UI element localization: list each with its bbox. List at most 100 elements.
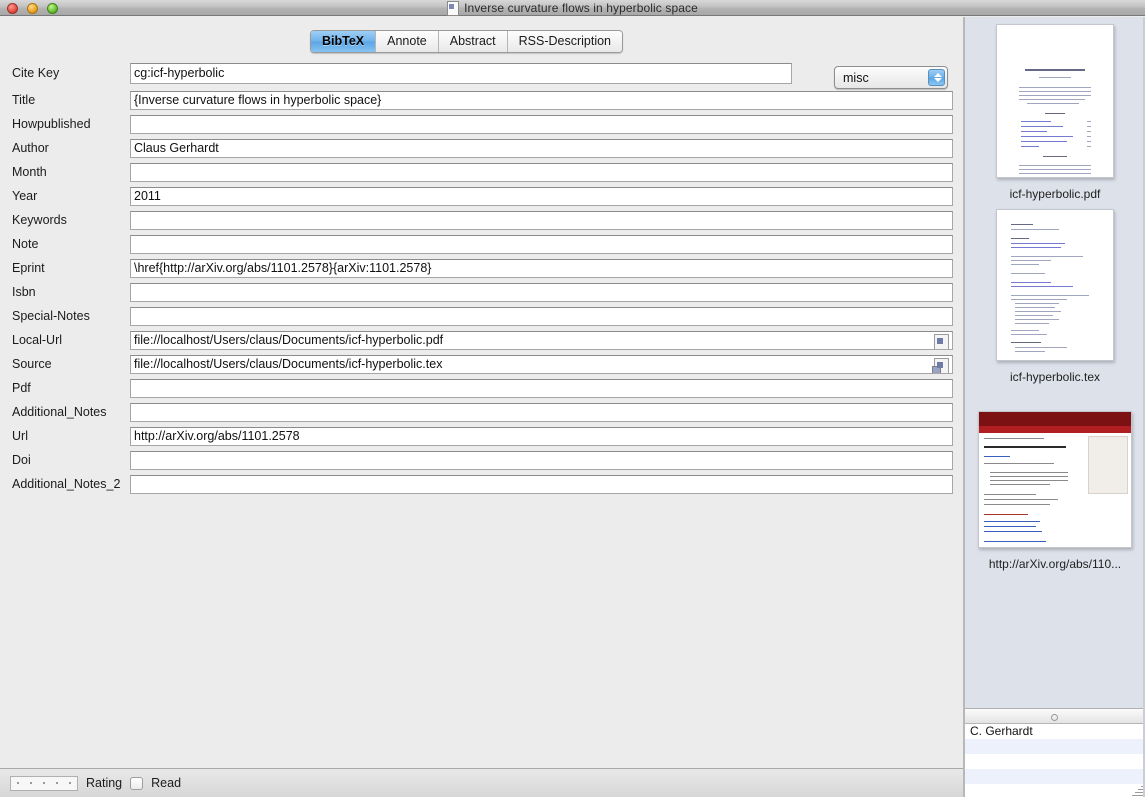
attachment-thumbnail-web[interactable] — [978, 411, 1132, 548]
sort-indicator-icon — [1051, 714, 1058, 721]
rating-dot — [69, 782, 72, 784]
tab-bar: BibTeX Annote Abstract RSS-Description — [310, 30, 624, 53]
field-row-month: Month — [0, 160, 965, 184]
field-row-pdf: Pdf — [0, 376, 965, 400]
field-row-local-url: Local-Url file://localhost/Users/claus/D… — [0, 328, 965, 352]
field-input-special-notes[interactable] — [130, 306, 953, 326]
field-row-additional-notes: Additional_Notes — [0, 400, 965, 424]
attachment-caption-pdf: icf-hyperbolic.pdf — [1009, 187, 1101, 201]
rating-dot — [16, 782, 19, 784]
entry-type-value: misc — [843, 70, 869, 85]
field-row-keywords: Keywords — [0, 208, 965, 232]
field-label-pdf: Pdf — [12, 381, 31, 395]
read-checkbox[interactable] — [130, 776, 144, 790]
field-row-source: Source file://localhost/Users/claus/Docu… — [0, 352, 965, 376]
tab-rss-description[interactable]: RSS-Description — [507, 31, 623, 52]
tab-annote[interactable]: Annote — [376, 31, 439, 52]
rating-dot — [56, 782, 59, 784]
field-label-url: Url — [12, 429, 28, 443]
field-label-keywords: Keywords — [12, 213, 67, 227]
rating-label: Rating — [86, 776, 123, 790]
attachment-thumbnail-pdf[interactable] — [996, 24, 1114, 178]
zoom-button[interactable] — [47, 3, 58, 14]
attachment-item-tex[interactable]: icf-hyperbolic.tex — [965, 209, 1145, 384]
author-list-pane[interactable]: C. Gerhardt — [965, 708, 1145, 797]
bibdesk-editor-window: Inverse curvature flows in hyperbolic sp… — [0, 0, 1145, 797]
field-label-isbn: Isbn — [12, 285, 36, 299]
field-row-author: Author Claus Gerhardt — [0, 136, 965, 160]
stepper-arrows-icon[interactable] — [928, 69, 945, 86]
field-value-source: file://localhost/Users/claus/Documents/i… — [134, 356, 443, 371]
field-row-additional-notes-2: Additional_Notes_2 — [0, 472, 965, 496]
attachment-sidebar[interactable]: icf-hyperbolic.pdf icf-hyperbolic.tex ht… — [965, 17, 1145, 708]
field-label-title: Title — [12, 93, 36, 107]
attachment-item-pdf[interactable]: icf-hyperbolic.pdf — [965, 24, 1145, 201]
tab-bibtex[interactable]: BibTeX — [311, 31, 377, 52]
field-input-howpublished[interactable] — [130, 114, 953, 134]
author-row[interactable] — [965, 784, 1145, 797]
field-row-eprint: Eprint \href{http://arXiv.org/abs/1101.2… — [0, 256, 965, 280]
field-row-howpublished: Howpublished — [0, 112, 965, 136]
field-input-month[interactable] — [130, 162, 953, 182]
entry-type-popup-button[interactable]: misc — [834, 66, 948, 89]
field-label-note: Note — [12, 237, 39, 251]
field-input-doi[interactable] — [130, 450, 953, 470]
window-titlebar — [0, 0, 1145, 16]
field-row-year: Year 2011 — [0, 184, 965, 208]
field-input-author[interactable]: Claus Gerhardt — [130, 138, 953, 158]
field-row-cite-key: Cite Key cg:icf-hyperbolic — [0, 58, 965, 88]
field-label-source: Source — [12, 357, 52, 371]
field-input-cite-key[interactable]: cg:icf-hyperbolic — [130, 62, 792, 84]
author-row[interactable] — [965, 769, 1145, 784]
field-label-howpublished: Howpublished — [12, 117, 91, 131]
field-input-isbn[interactable] — [130, 282, 953, 302]
rating-dot — [42, 782, 45, 784]
field-label-special-notes: Special-Notes — [12, 309, 90, 323]
field-label-eprint: Eprint — [12, 261, 45, 275]
field-input-additional-notes-2[interactable] — [130, 474, 953, 494]
field-label-cite-key: Cite Key — [12, 66, 60, 80]
field-input-source[interactable]: file://localhost/Users/claus/Documents/i… — [130, 354, 953, 374]
field-input-note[interactable] — [130, 234, 953, 254]
minimize-button[interactable] — [27, 3, 38, 14]
field-label-author: Author — [12, 141, 49, 155]
bibtex-field-form: Cite Key cg:icf-hyperbolic Title {Invers… — [0, 58, 965, 768]
field-label-local-url: Local-Url — [12, 333, 63, 347]
field-row-doi: Doi — [0, 448, 965, 472]
field-value-local-url: file://localhost/Users/claus/Documents/i… — [134, 332, 444, 347]
field-row-note: Note — [0, 232, 965, 256]
attachment-caption-tex: icf-hyperbolic.tex — [1009, 370, 1101, 384]
field-row-isbn: Isbn — [0, 280, 965, 304]
file-stack-icon[interactable] — [932, 357, 949, 373]
field-input-url[interactable]: http://arXiv.org/abs/1101.2578 — [130, 426, 953, 446]
field-label-additional-notes-2: Additional_Notes_2 — [12, 477, 121, 491]
attachment-thumbnail-tex[interactable] — [996, 209, 1114, 361]
field-label-doi: Doi — [12, 453, 31, 467]
field-input-local-url[interactable]: file://localhost/Users/claus/Documents/i… — [130, 330, 953, 350]
author-list-header[interactable] — [965, 709, 1145, 724]
field-input-year[interactable]: 2011 — [130, 186, 953, 206]
field-row-title: Title {Inverse curvature flows in hyperb… — [0, 88, 965, 112]
read-label: Read — [151, 776, 182, 790]
field-row-special-notes: Special-Notes — [0, 304, 965, 328]
status-bar: Rating Read — [0, 768, 965, 797]
attachment-item-web[interactable]: http://arXiv.org/abs/110... — [965, 411, 1145, 571]
field-input-title[interactable]: {Inverse curvature flows in hyperbolic s… — [130, 90, 953, 110]
close-button[interactable] — [7, 3, 18, 14]
field-label-year: Year — [12, 189, 38, 203]
file-link-icon[interactable] — [934, 333, 949, 349]
tab-abstract[interactable]: Abstract — [438, 31, 508, 52]
field-input-additional-notes[interactable] — [130, 402, 953, 422]
attachment-caption-web: http://arXiv.org/abs/110... — [988, 557, 1122, 571]
author-row[interactable] — [965, 754, 1145, 769]
field-row-url: Url http://arXiv.org/abs/1101.2578 — [0, 424, 965, 448]
rating-dot — [29, 782, 32, 784]
field-label-month: Month — [12, 165, 47, 179]
field-input-pdf[interactable] — [130, 378, 953, 398]
author-row[interactable] — [965, 739, 1145, 754]
field-input-keywords[interactable] — [130, 210, 953, 230]
field-input-eprint[interactable]: \href{http://arXiv.org/abs/1101.2578}{ar… — [130, 258, 953, 278]
author-row[interactable]: C. Gerhardt — [965, 724, 1145, 739]
rating-stepper[interactable] — [10, 775, 78, 791]
field-label-additional-notes: Additional_Notes — [12, 405, 107, 419]
